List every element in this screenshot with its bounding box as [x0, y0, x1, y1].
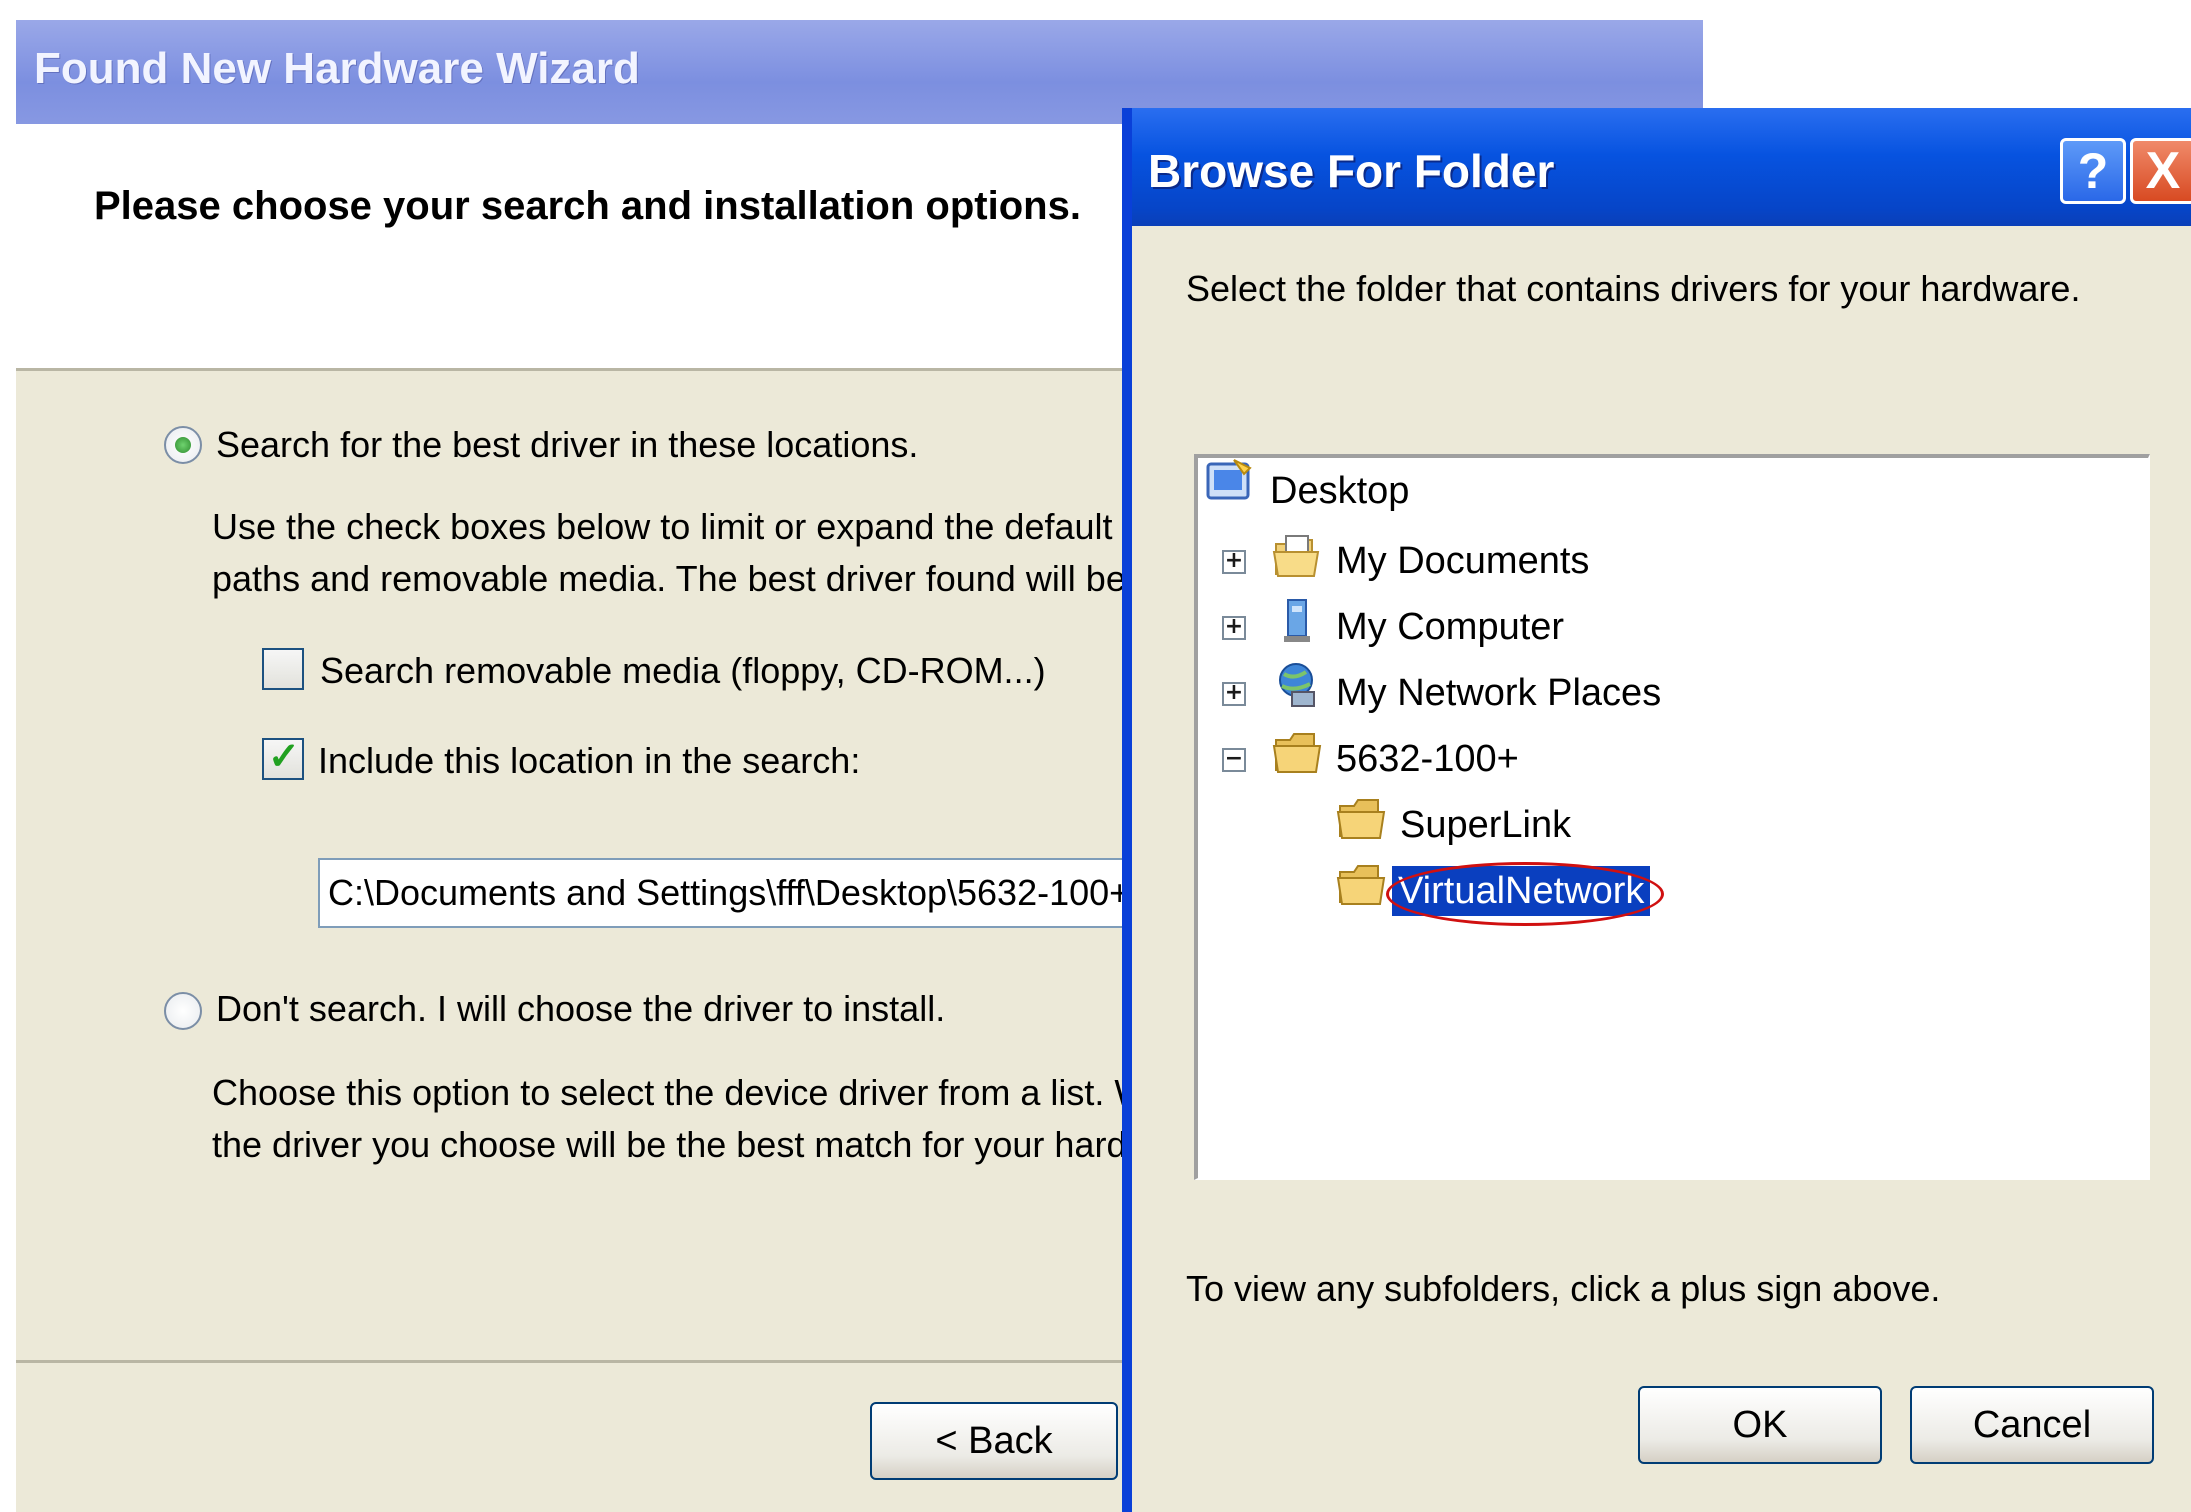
subfolder-hint: To view any subfolders, click a plus sig…	[1186, 1268, 1941, 1309]
tree-item-label[interactable]: My Network Places	[1336, 668, 1661, 718]
removable-media-label[interactable]: Search removable media (floppy, CD-ROM..…	[320, 650, 1046, 692]
search-option-radio[interactable]	[164, 426, 202, 464]
tree-item-label[interactable]: Desktop	[1270, 466, 1409, 516]
help-icon: ?	[2077, 143, 2109, 199]
browse-title-bar[interactable]: Browse For Folder ? X	[1132, 108, 2191, 226]
folder-icon	[1336, 865, 1386, 905]
help-button[interactable]: ?	[2060, 138, 2126, 204]
search-option-label[interactable]: Search for the best driver in these loca…	[216, 424, 918, 466]
folder-icon	[1336, 799, 1386, 839]
expand-plus-icon[interactable]: +	[1222, 616, 1246, 640]
my-documents-folder-icon	[1272, 535, 1320, 577]
back-button[interactable]: < Back	[870, 1402, 1118, 1480]
desktop-icon	[1206, 459, 1252, 500]
dont-search-option-label[interactable]: Don't search. I will choose the driver t…	[216, 988, 945, 1030]
removable-media-checkbox[interactable]	[262, 648, 304, 690]
folder-icon	[1272, 733, 1322, 773]
folder-tree-view[interactable]: Desktop + My Documents + My Computer + M…	[1194, 454, 2150, 1180]
collapse-minus-icon[interactable]: −	[1222, 748, 1246, 772]
dont-search-option-description-line2: the driver you choose will be the best m…	[212, 1124, 1215, 1165]
tree-item-label[interactable]: 5632-100+	[1336, 734, 1519, 784]
tree-item-label[interactable]: My Computer	[1336, 602, 1564, 652]
dont-search-option-radio[interactable]	[164, 992, 202, 1030]
my-computer-icon	[1284, 599, 1310, 642]
selection-highlight-ring	[1386, 862, 1664, 926]
radio-selected-dot	[175, 437, 191, 453]
search-option-description-line1: Use the check boxes below to limit or ex…	[212, 506, 1113, 547]
tree-item-label[interactable]: SuperLink	[1400, 800, 1571, 850]
checkmark-icon: ✓	[268, 736, 300, 778]
expand-plus-icon[interactable]: +	[1222, 682, 1246, 706]
tree-item-label[interactable]: My Documents	[1336, 536, 1589, 586]
close-button[interactable]: X	[2130, 138, 2191, 204]
dont-search-option-description-line1: Choose this option to select the device …	[212, 1072, 1149, 1113]
cancel-button[interactable]: Cancel	[1910, 1386, 2154, 1464]
include-location-checkbox[interactable]: ✓	[262, 736, 304, 780]
include-location-label[interactable]: Include this location in the search:	[318, 740, 860, 782]
browse-dialog-title: Browse For Folder	[1148, 145, 1555, 197]
wizard-title: Found New Hardware Wizard	[34, 44, 640, 93]
wizard-heading: Please choose your search and installati…	[94, 184, 1081, 228]
ok-button[interactable]: OK	[1638, 1386, 1882, 1464]
search-option-description-line2: paths and removable media. The best driv…	[212, 558, 1126, 599]
browse-instruction: Select the folder that contains drivers …	[1186, 268, 2081, 309]
close-icon: X	[2145, 142, 2181, 200]
network-places-icon	[1279, 663, 1315, 707]
expand-plus-icon[interactable]: +	[1222, 550, 1246, 574]
browse-for-folder-dialog: Browse For Folder ? X Select the folder …	[1122, 108, 2191, 1512]
